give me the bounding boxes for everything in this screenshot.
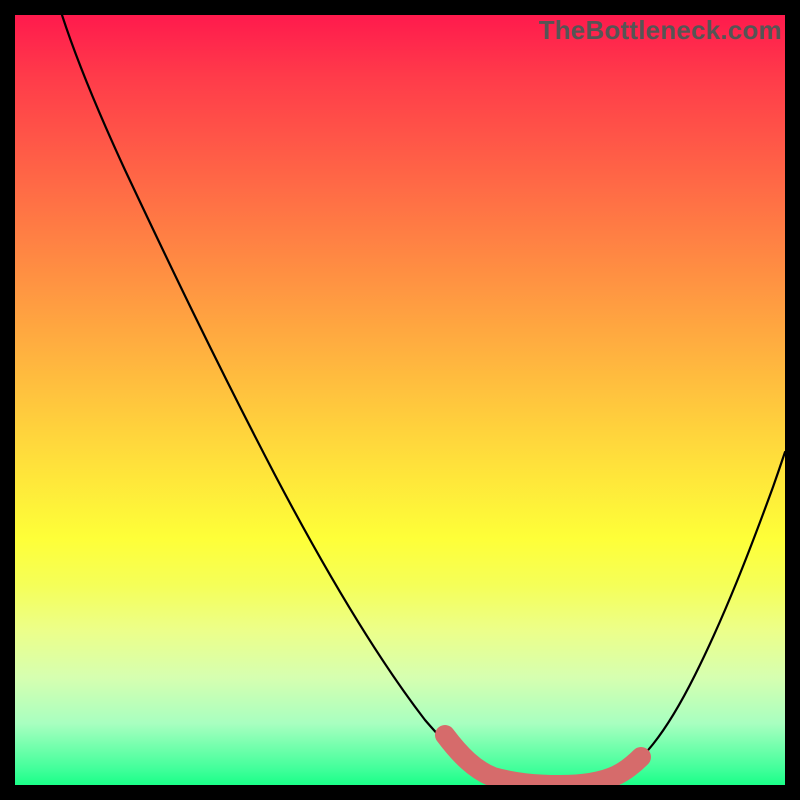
chart-frame: TheBottleneck.com bbox=[0, 0, 800, 800]
chart-svg bbox=[15, 15, 785, 785]
bottleneck-curve bbox=[62, 15, 785, 785]
highlight-marker bbox=[445, 735, 641, 785]
